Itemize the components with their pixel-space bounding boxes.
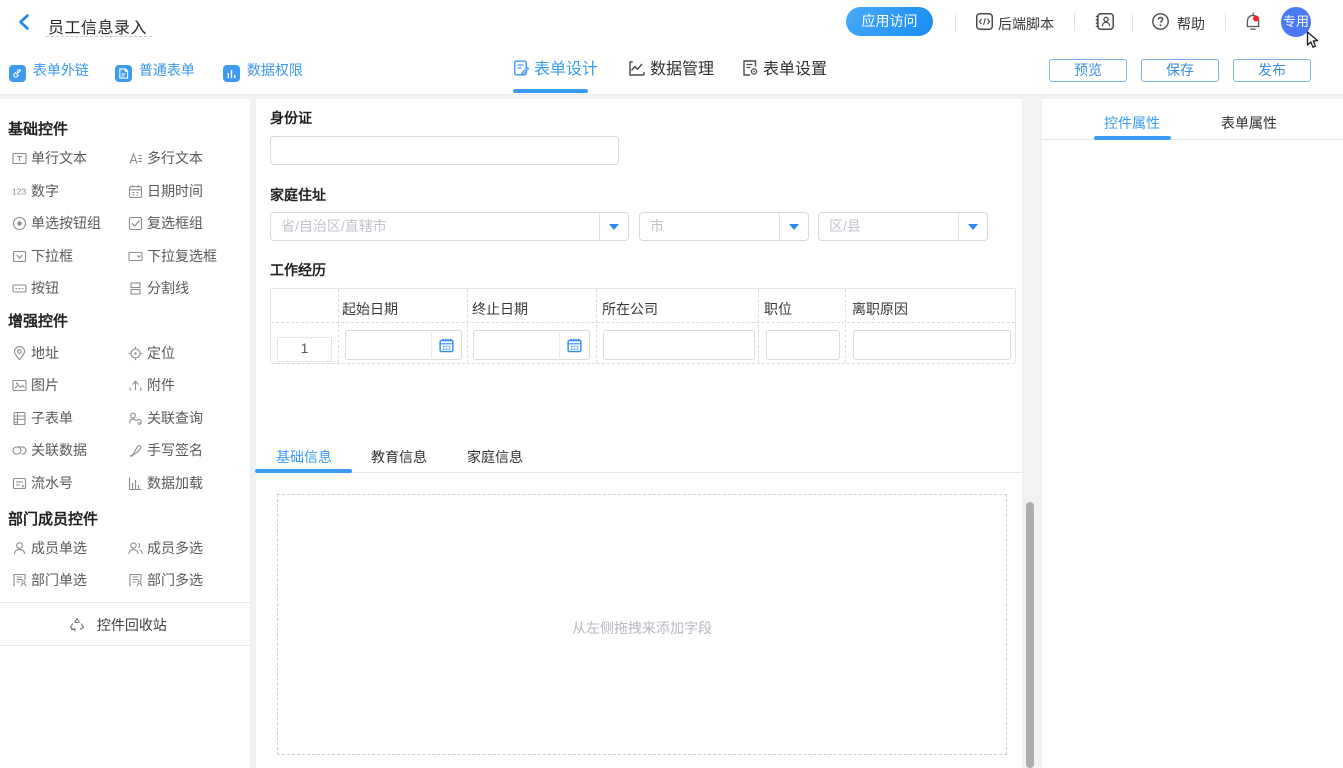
- svg-text:123: 123: [12, 187, 26, 197]
